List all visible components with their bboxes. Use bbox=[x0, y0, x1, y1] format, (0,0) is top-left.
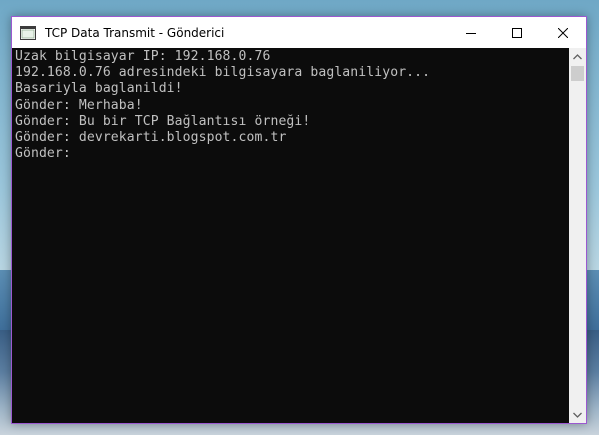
title-bar[interactable]: TCP Data Transmit - Gönderici bbox=[12, 17, 586, 48]
scroll-down-button[interactable] bbox=[569, 406, 586, 423]
console-line: Uzak bilgisayar IP: 192.168.0.76 bbox=[15, 49, 271, 64]
console-line: Gönder: devrekarti.blogspot.com.tr bbox=[15, 129, 287, 145]
console-input-prompt[interactable]: Gönder: bbox=[15, 146, 569, 162]
maximize-icon bbox=[512, 27, 522, 38]
console-text: Uzak bilgisayar IP: 192.168.0.76 192.168… bbox=[12, 48, 569, 162]
chevron-down-icon bbox=[573, 412, 582, 418]
console-line: Gönder: Merhaba! bbox=[15, 97, 143, 113]
console-window-icon[interactable] bbox=[20, 25, 36, 41]
maximize-button[interactable] bbox=[494, 17, 540, 48]
window-title: TCP Data Transmit - Gönderici bbox=[45, 25, 225, 40]
console-window[interactable]: TCP Data Transmit - Gönderici Uzak bilgi… bbox=[11, 16, 587, 424]
console-line: Basariyla baglanildi! bbox=[15, 81, 183, 97]
console-output[interactable]: Uzak bilgisayar IP: 192.168.0.76 192.168… bbox=[12, 48, 569, 423]
chevron-up-icon bbox=[573, 53, 582, 59]
caption-buttons bbox=[448, 17, 586, 48]
console-line: Gönder: Bu bir TCP Bağlantısı örneği! bbox=[15, 113, 311, 129]
scroll-up-button[interactable] bbox=[569, 48, 586, 65]
minimize-icon bbox=[466, 32, 476, 34]
console-line: 192.168.0.76 adresindeki bilgisayara bag… bbox=[15, 65, 431, 81]
scroll-thumb[interactable] bbox=[571, 66, 584, 81]
close-icon bbox=[558, 27, 568, 38]
vertical-scrollbar[interactable] bbox=[569, 48, 586, 423]
minimize-button[interactable] bbox=[448, 17, 494, 48]
close-button[interactable] bbox=[540, 17, 586, 48]
